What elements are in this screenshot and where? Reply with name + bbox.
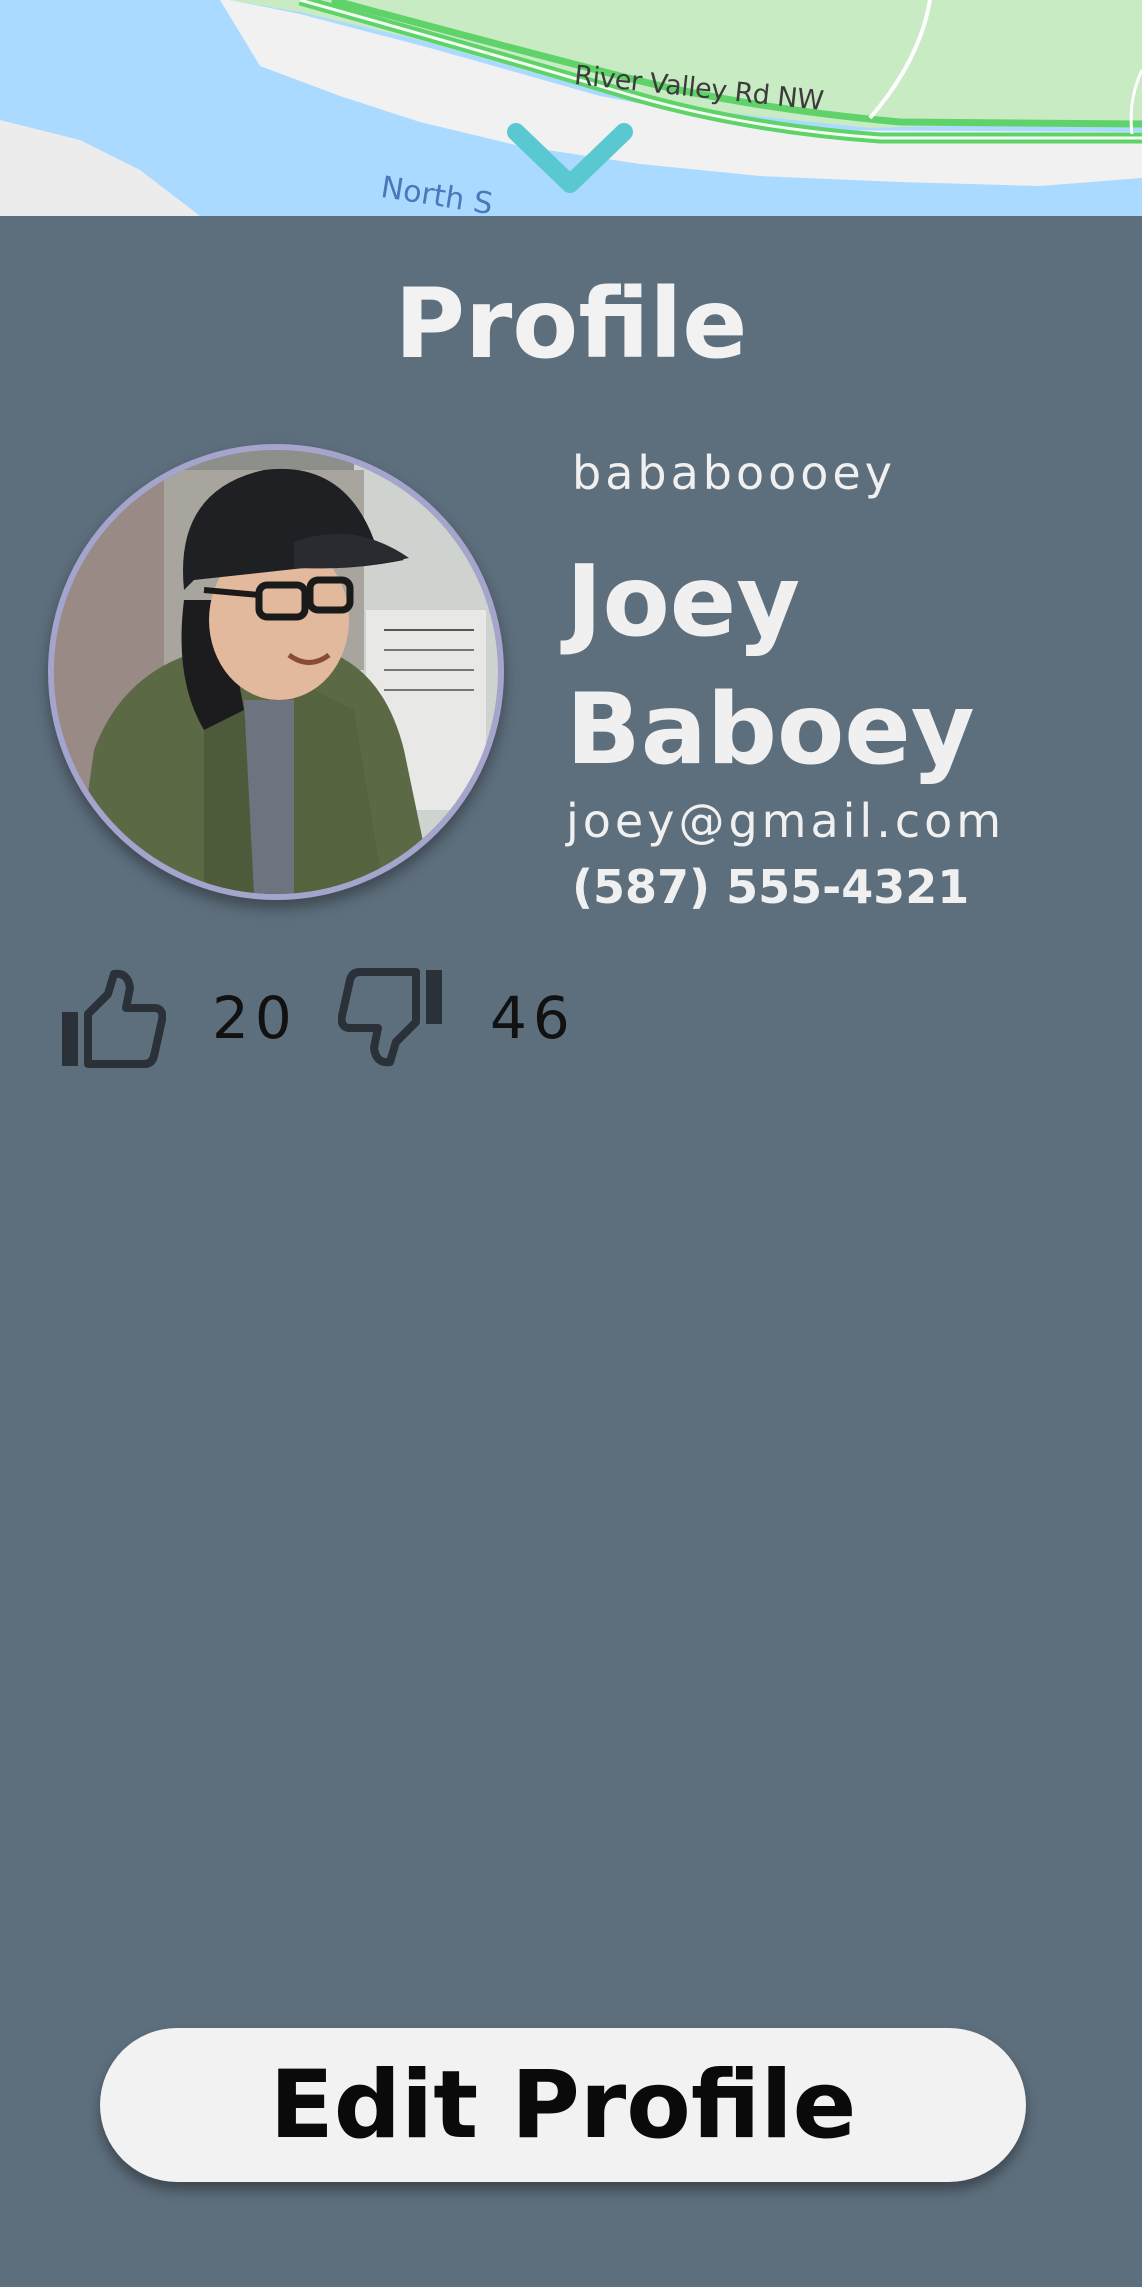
- email-address: joey@gmail.com: [566, 794, 1006, 848]
- full-name: Joey Baboey: [566, 545, 975, 787]
- thumbs-up-icon[interactable]: [58, 968, 166, 1068]
- edit-profile-button[interactable]: Edit Profile: [100, 2028, 1026, 2182]
- chevron-down-icon: [507, 123, 633, 193]
- map-view[interactable]: River Valley Rd NW North S: [0, 0, 1142, 216]
- collapse-panel-button[interactable]: [500, 118, 640, 216]
- profile-photo: [54, 450, 498, 894]
- username: bababoooey: [572, 446, 896, 500]
- dislikes-rating: 46: [338, 968, 576, 1068]
- likes-count: 20: [212, 984, 298, 1052]
- likes-rating: 20: [58, 968, 298, 1068]
- profile-panel: Profile bababoooey Joey Baboey joey@gmai…: [0, 216, 1142, 2287]
- avatar[interactable]: [48, 444, 504, 900]
- page-title: Profile: [394, 268, 748, 380]
- thumbs-down-icon[interactable]: [338, 968, 446, 1068]
- phone-number: (587) 555-4321: [572, 860, 970, 914]
- dislikes-count: 46: [490, 984, 576, 1052]
